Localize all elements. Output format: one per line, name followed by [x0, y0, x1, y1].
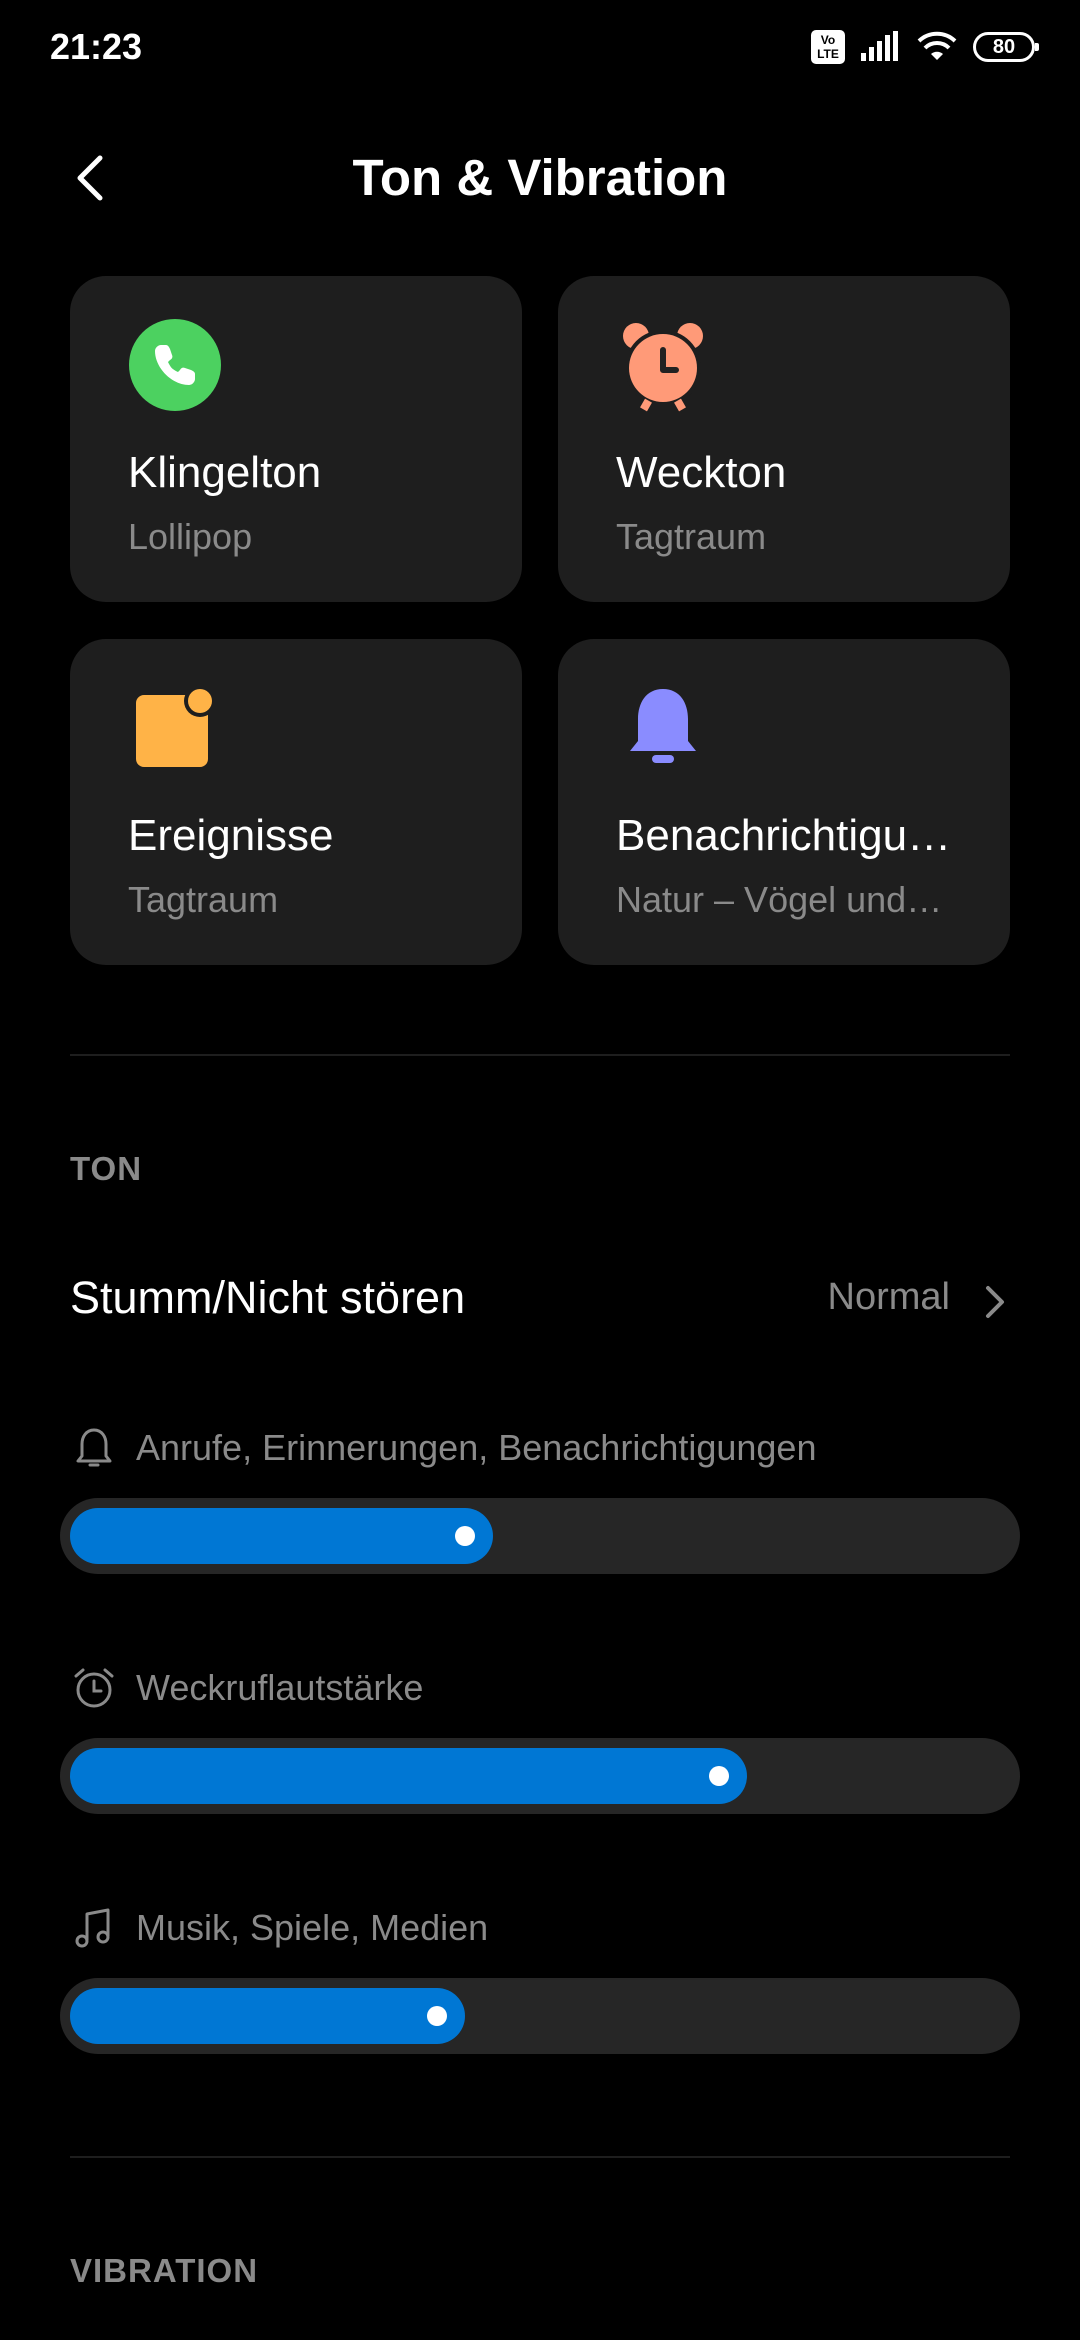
volte-icon: Vo LTE: [811, 30, 845, 64]
bell-icon: [630, 689, 696, 763]
slider-thumb[interactable]: [427, 2006, 447, 2026]
volume-label-calls: Anrufe, Erinnerungen, Benachrichtigungen: [70, 1420, 816, 1476]
silent-mode-row[interactable]: Stumm/Nicht stören Normal: [0, 1240, 1080, 1360]
section-label-vibration: VIBRATION: [70, 2252, 259, 2289]
status-icons: Vo LTE 80: [811, 30, 1039, 64]
card-subtitle: Tagtraum: [616, 516, 767, 557]
volume-slider-media[interactable]: [60, 1978, 1020, 2054]
header: Ton & Vibration: [0, 130, 1080, 226]
bell-outline-icon: [76, 1428, 112, 1467]
divider: [70, 1054, 1010, 1056]
calendar-note-icon: [136, 685, 216, 767]
card-title: Benachrichtigu…: [616, 811, 952, 860]
card-events[interactable]: Ereignisse Tagtraum: [70, 639, 522, 965]
phone-icon: [129, 319, 221, 411]
card-title: Weckton: [616, 448, 787, 497]
volume-label-text: Anrufe, Erinnerungen, Benachrichtigungen: [136, 1427, 817, 1468]
status-bar: 21:23 Vo LTE 80: [0, 0, 1080, 96]
volume-label-alarm: Weckruflautstärke: [70, 1660, 423, 1716]
volume-label-text: Weckruflautstärke: [136, 1667, 424, 1708]
volume-slider-alarm[interactable]: [60, 1738, 1020, 1814]
silent-mode-value: Normal: [827, 1276, 950, 1318]
card-alarm-tone[interactable]: Weckton Tagtraum: [558, 276, 1010, 602]
music-note-icon: [75, 1908, 110, 1948]
slider-thumb[interactable]: [455, 1526, 475, 1546]
silent-mode-label: Stumm/Nicht stören: [70, 1272, 466, 1323]
card-title: Ereignisse: [128, 811, 334, 860]
card-subtitle: Lollipop: [128, 516, 253, 557]
divider: [70, 2156, 1010, 2158]
volume-label-text: Musik, Spiele, Medien: [136, 1907, 489, 1948]
section-label-ton: TON: [70, 1150, 143, 1187]
signal-icon: [861, 31, 898, 61]
volume-label-media: Musik, Spiele, Medien: [70, 1900, 488, 1956]
card-subtitle: Natur – Vögel und…: [616, 879, 943, 920]
card-title: Klingelton: [128, 448, 322, 497]
status-time: 21:23: [50, 26, 143, 67]
card-notifications[interactable]: Benachrichtigu… Natur – Vögel und…: [558, 639, 1010, 965]
wifi-icon: [917, 31, 957, 60]
battery-level: 80: [992, 35, 1016, 58]
card-subtitle: Tagtraum: [128, 879, 279, 920]
slider-fill: [70, 1988, 465, 2044]
alarm-clock-icon: [623, 323, 703, 412]
slider-thumb[interactable]: [709, 1766, 729, 1786]
volume-slider-calls[interactable]: [60, 1498, 1020, 1574]
slider-fill: [70, 1748, 747, 1804]
alarm-outline-icon: [74, 1668, 114, 1708]
card-ringtone[interactable]: Klingelton Lollipop: [70, 276, 522, 602]
slider-fill: [70, 1508, 493, 1564]
chevron-right-icon: [986, 1286, 1004, 1318]
page-title: Ton & Vibration: [352, 149, 728, 206]
battery-indicator: 80: [973, 32, 1039, 62]
